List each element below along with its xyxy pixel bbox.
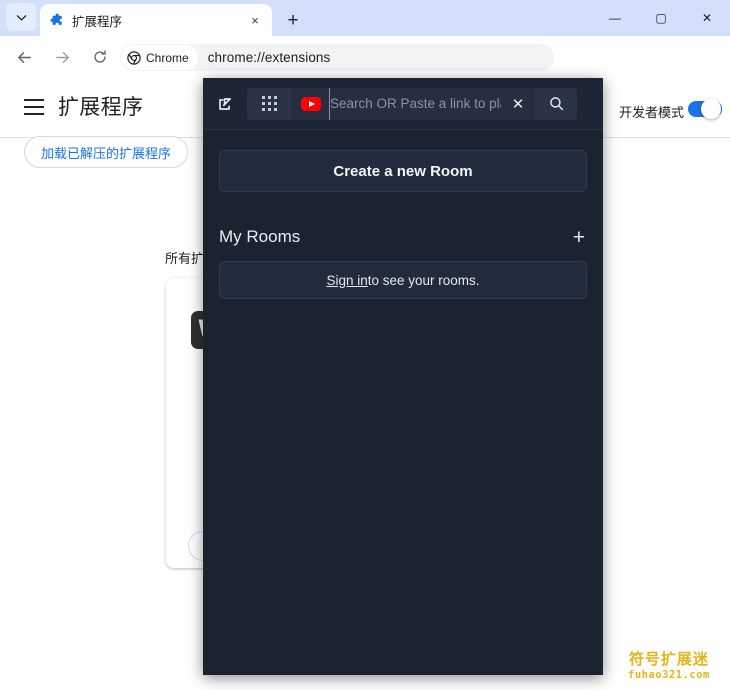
expand-popout-icon[interactable] — [203, 78, 247, 130]
my-rooms-header: My Rooms + — [219, 223, 587, 251]
browser-toolbar: Chrome chrome://extensions W j — [0, 36, 730, 108]
address-bar-url: chrome://extensions — [207, 50, 331, 65]
clear-search-icon[interactable]: ✕ — [501, 88, 535, 120]
hamburger-line — [24, 106, 44, 108]
grid-dot — [267, 96, 271, 99]
reload-icon — [94, 50, 106, 63]
tab-extensions[interactable]: 扩展程序 × — [40, 4, 272, 36]
watermark: 符号扩展迷 fuhao321.com — [628, 648, 710, 681]
add-room-button[interactable]: + — [571, 227, 587, 248]
grid-dot — [273, 108, 277, 111]
hamburger-line — [24, 113, 44, 115]
signin-prompt: Sign in to see your rooms. — [219, 261, 587, 299]
puzzle-piece-icon — [48, 12, 64, 28]
browser-window: 扩展程序 × + — ▢ ✕ Chrome chrome://extension… — [0, 0, 730, 690]
page-title: 扩展程序 — [58, 96, 144, 119]
toggle-knob — [700, 99, 721, 119]
new-tab-button[interactable]: + — [279, 6, 307, 34]
dev-mode-toggle[interactable] — [688, 99, 722, 119]
arrow-left-icon — [17, 51, 31, 63]
grid-dot — [273, 96, 277, 99]
search-input[interactable] — [329, 87, 501, 120]
youtube-icon[interactable] — [301, 96, 321, 111]
reload-button[interactable] — [88, 45, 112, 69]
watermark-cn: 符号扩展迷 — [628, 651, 709, 668]
window-close-button[interactable]: ✕ — [684, 0, 730, 36]
apps-grid-icon[interactable] — [247, 87, 291, 120]
grid-dot — [261, 108, 265, 111]
my-rooms-title: My Rooms — [219, 227, 301, 246]
dev-mode-label: 开发者模式 — [618, 105, 684, 120]
chrome-logo-icon — [127, 50, 141, 65]
create-new-room-button[interactable]: Create a new Room — [219, 150, 587, 192]
chrome-origin-chip[interactable]: Chrome — [121, 45, 198, 70]
extension-popup: ✕ Create a new Room My Rooms + Sign in t… — [203, 78, 603, 675]
forward-button[interactable] — [50, 45, 74, 69]
tab-strip: 扩展程序 × + — ▢ ✕ — [0, 0, 730, 36]
sign-in-link[interactable]: Sign in — [326, 273, 367, 288]
grid-dot — [273, 102, 277, 105]
load-unpacked-button[interactable]: 加载已解压的扩展程序 — [24, 136, 189, 168]
grid-dot — [261, 102, 265, 105]
hamburger-menu-icon[interactable] — [24, 99, 44, 115]
all-extensions-label: 所有扩 — [165, 251, 205, 266]
hamburger-line — [24, 99, 44, 101]
tab-search-button[interactable] — [6, 3, 36, 31]
arrow-right-icon — [55, 51, 69, 63]
window-minimize-button[interactable]: — — [592, 0, 638, 36]
grid-dot — [267, 108, 271, 111]
tab-title: 扩展程序 — [72, 14, 123, 29]
window-maximize-button[interactable]: ▢ — [638, 0, 684, 36]
grid-dot — [267, 102, 271, 105]
grid-dot — [261, 96, 265, 99]
address-bar[interactable]: Chrome chrome://extensions — [120, 44, 554, 71]
chrome-chip-label: Chrome — [146, 50, 189, 65]
magnifier-icon[interactable] — [535, 87, 577, 120]
signin-prompt-text: to see your rooms. — [367, 272, 480, 288]
tab-close-icon[interactable]: × — [246, 11, 264, 29]
window-controls: — ▢ ✕ — [592, 0, 730, 36]
popup-header: ✕ — [203, 78, 603, 130]
chevron-down-icon — [16, 14, 26, 21]
back-button[interactable] — [12, 45, 36, 69]
watermark-en: fuhao321.com — [628, 669, 710, 681]
popup-search-bar: ✕ — [247, 87, 577, 120]
